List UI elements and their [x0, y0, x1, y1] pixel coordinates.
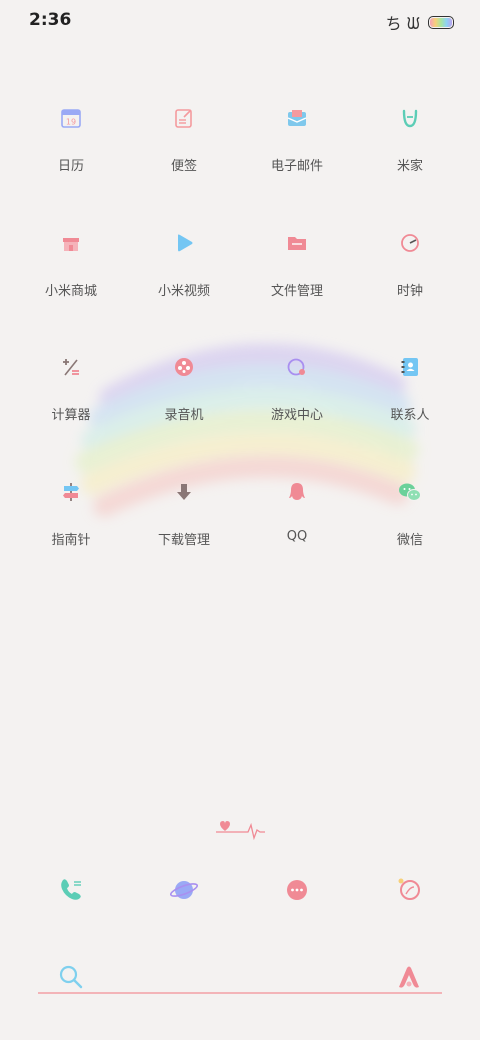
messages-icon[interactable]: [282, 875, 312, 905]
app-label: 文件管理: [270, 284, 323, 299]
app-label: 游戏中心: [270, 408, 323, 423]
app-label: 小米商城: [44, 284, 97, 299]
app-wechat[interactable]: 微信: [360, 477, 460, 548]
svg-text:19: 19: [66, 118, 76, 127]
app-clock[interactable]: 时钟: [360, 228, 460, 299]
app-game-center[interactable]: 游戏中心: [247, 352, 347, 423]
app-label: 计算器: [51, 408, 91, 423]
heartbeat-icon: [216, 821, 265, 840]
app-compass[interactable]: 指南针: [21, 477, 121, 548]
camera-icon[interactable]: [395, 875, 425, 905]
app-calendar[interactable]: 19 日历: [21, 103, 121, 174]
calendar-icon: 19: [56, 103, 86, 133]
app-label: 电子邮件: [270, 159, 323, 174]
app-calculator[interactable]: 计算器: [21, 352, 121, 423]
dock: [0, 872, 480, 912]
app-label: 米家: [396, 159, 423, 174]
app-label: 下载管理: [157, 533, 210, 548]
calculator-icon: [56, 352, 86, 382]
phone-icon[interactable]: [56, 875, 86, 905]
app-contacts[interactable]: 联系人: [360, 352, 460, 423]
store-icon: [56, 228, 86, 258]
compass-icon: [56, 477, 86, 507]
app-qq[interactable]: QQ: [247, 477, 347, 544]
app-label: 小米视频: [157, 284, 210, 299]
app-mi-store[interactable]: 小米商城: [21, 228, 121, 299]
recorder-icon: [169, 352, 199, 382]
search-underline: [38, 992, 442, 994]
app-label: 录音机: [164, 408, 204, 423]
app-label: 日历: [57, 159, 84, 174]
wechat-icon: [395, 477, 425, 507]
app-label: 时钟: [396, 284, 423, 299]
clock-icon: [395, 228, 425, 258]
app-download-manager[interactable]: 下载管理: [134, 477, 234, 548]
app-label: 指南针: [51, 533, 91, 548]
app-email[interactable]: 电子邮件: [247, 103, 347, 174]
notes-icon: [169, 103, 199, 133]
game-center-icon: [282, 352, 312, 382]
app-file-manager[interactable]: 文件管理: [247, 228, 347, 299]
browser-icon[interactable]: [169, 875, 199, 905]
download-icon: [169, 477, 199, 507]
app-recorder[interactable]: 录音机: [134, 352, 234, 423]
app-label: 微信: [396, 533, 423, 548]
search-icon[interactable]: [58, 964, 84, 990]
assistant-icon[interactable]: [396, 964, 422, 990]
app-notes[interactable]: 便签: [134, 103, 234, 174]
qq-icon: [282, 477, 312, 507]
mail-icon: [282, 103, 312, 133]
app-mi-video[interactable]: 小米视频: [134, 228, 234, 299]
search-bar[interactable]: [38, 962, 442, 994]
app-label: QQ: [286, 529, 308, 544]
app-grid: 19 日历 便签 电子邮件 米家 小米商城 小米视频 文件管理 时钟 计算器 录…: [0, 0, 480, 600]
contacts-icon: [395, 352, 425, 382]
app-label: 便签: [170, 159, 197, 174]
app-mijia[interactable]: 米家: [360, 103, 460, 174]
app-label: 联系人: [390, 408, 430, 423]
video-icon: [169, 228, 199, 258]
folder-icon: [282, 228, 312, 258]
mijia-icon: [395, 103, 425, 133]
